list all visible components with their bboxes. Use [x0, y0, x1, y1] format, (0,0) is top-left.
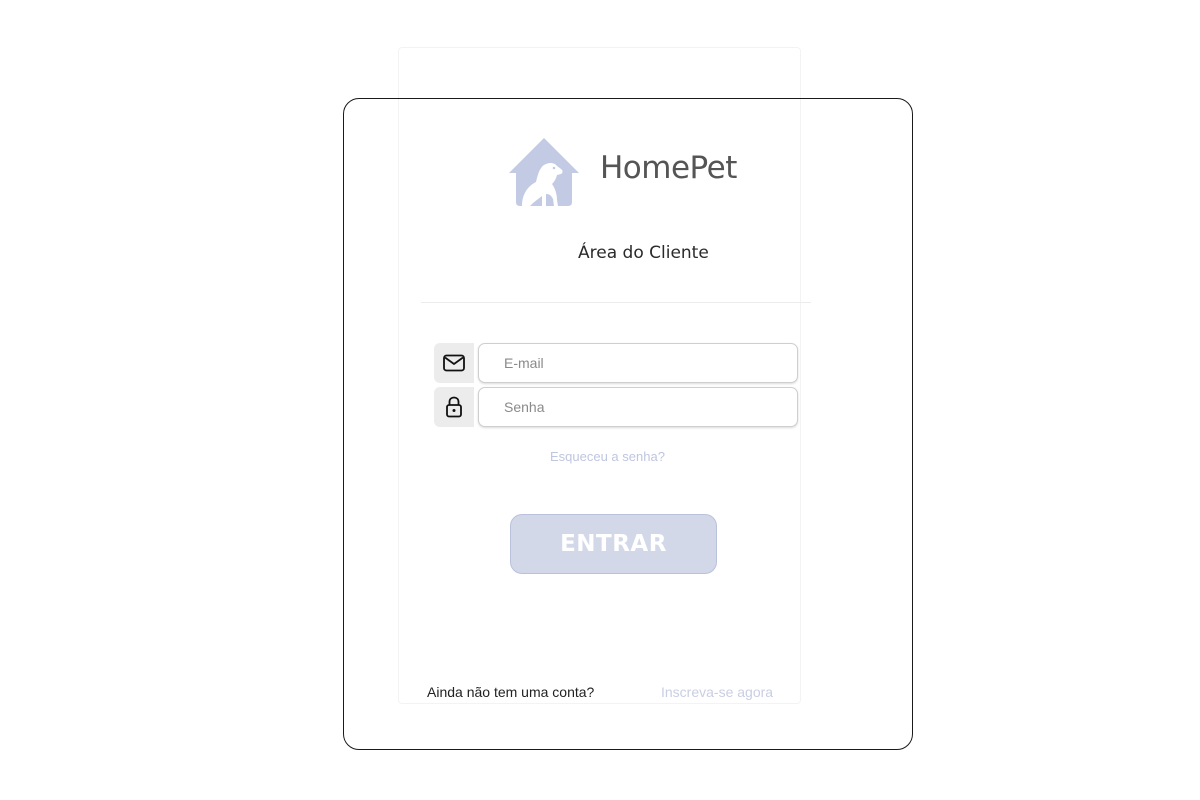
email-input[interactable] [478, 343, 798, 383]
signup-link[interactable]: Inscreva-se agora [661, 684, 773, 700]
no-account-text: Ainda não tem uma conta? [427, 684, 595, 700]
password-input[interactable] [478, 387, 798, 427]
enter-button[interactable]: ENTRAR [510, 514, 717, 574]
page-subtitle: Área do Cliente [578, 243, 709, 263]
divider [421, 302, 811, 303]
brand-name: HomePet [600, 150, 737, 186]
envelope-icon [434, 343, 474, 383]
lock-icon [434, 387, 474, 427]
login-page: HomePet Área do Cliente Esqueceu a senha… [0, 0, 1200, 800]
house-with-dog-icon [508, 136, 580, 208]
forgot-password-link[interactable]: Esqueceu a senha? [550, 449, 665, 464]
